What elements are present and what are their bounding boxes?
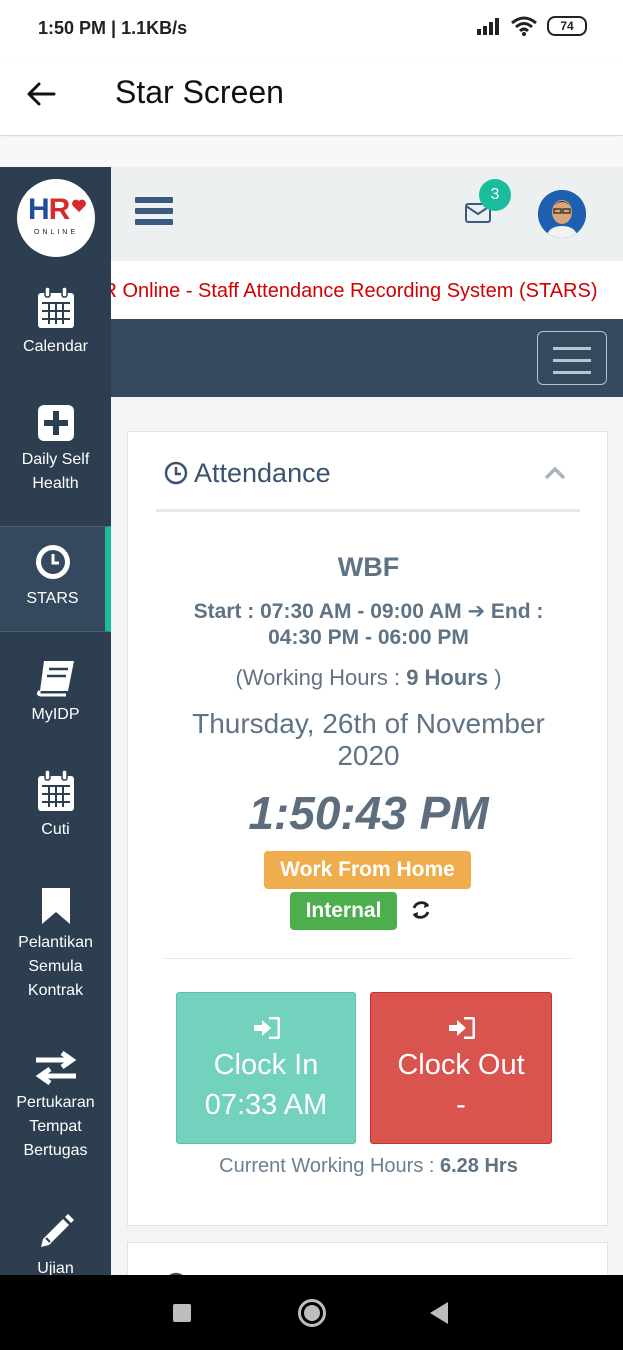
sidebar-item-ujian[interactable]: Ujian (0, 1213, 111, 1275)
sidebar-item-label: Cuti (41, 821, 70, 838)
current-working-hours: Current Working Hours : 6.28 Hrs (128, 1155, 609, 1178)
wifi-icon (511, 16, 537, 36)
book-icon (36, 661, 74, 697)
sidebar-item-label: Calendar (23, 338, 88, 355)
hr-online-logo[interactable]: HR ONLINE (17, 179, 95, 257)
live-clock: 1:50:43 PM (248, 787, 489, 839)
avatar[interactable] (538, 190, 586, 238)
sidebar-item-cuti[interactable]: Cuti (0, 770, 111, 842)
clock-icon (164, 461, 188, 485)
sidebar-item-calendar[interactable]: Calendar (0, 287, 111, 359)
current-hours-label: Current Working Hours : (219, 1155, 440, 1177)
app-bar: Star Screen (0, 58, 623, 136)
hamburger-menu-icon[interactable] (135, 197, 173, 229)
clock-in-label: Clock In (213, 1049, 319, 1081)
system-navigation-bar (0, 1275, 623, 1350)
home-icon[interactable] (298, 1299, 326, 1327)
working-hours-suffix: ) (488, 665, 502, 690)
current-date: Thursday, 26th of November 2020 (192, 708, 545, 771)
content-topbar: 3 (111, 167, 623, 261)
working-hours-value: 9 Hours (406, 665, 489, 690)
user-photo-icon (538, 190, 586, 238)
calendar-icon (37, 770, 74, 811)
navbar-toggler-button[interactable] (537, 331, 607, 385)
current-hours-value: 6.28 Hrs (439, 1155, 518, 1177)
calendar-icon (37, 287, 74, 328)
signal-icon (477, 18, 499, 35)
page-title: Star Screen (115, 74, 284, 110)
bookmark-icon (41, 888, 70, 924)
sidebar: HR ONLINE Calendar Daily Self Health STA… (0, 167, 111, 1275)
clock-out-time: - (456, 1089, 466, 1121)
chevron-up-icon[interactable] (544, 466, 566, 480)
logo-subtext: ONLINE (33, 229, 79, 236)
attendance-card: Attendance WBF Start : 07:30 AM - 09:00 … (127, 431, 608, 1226)
attendance-card-header[interactable]: Attendance (156, 458, 580, 512)
work-mode-badge: Work From Home (264, 851, 471, 889)
clock-icon (35, 545, 70, 579)
clock-in-button[interactable]: Clock In 07:33 AM (176, 992, 356, 1144)
sidebar-item-daily-self-health[interactable]: Daily Self Health (0, 404, 111, 496)
gap-area (0, 137, 623, 167)
sidebar-item-label: Ujian (37, 1260, 74, 1275)
status-icons: 74 (477, 16, 587, 36)
status-bar: 1:50 PM | 1.1KB/s 74 (0, 0, 623, 58)
divider (164, 958, 572, 959)
sidebar-item-label: STARS (26, 590, 79, 607)
sidebar-item-label: Pelantikan Semula Kontrak (18, 934, 93, 999)
shift-code: WBF (337, 552, 400, 582)
sign-in-icon (449, 1017, 475, 1039)
sidebar-item-stars[interactable]: STARS (0, 526, 111, 632)
clock-out-button[interactable]: Clock Out - (370, 992, 552, 1144)
plus-square-icon (37, 405, 74, 441)
sidebar-item-pertukaran[interactable]: Pertukaran Tempat Bertugas (0, 1051, 111, 1163)
clock-in-time: 07:33 AM (204, 1089, 328, 1121)
sidebar-item-label: MyIDP (31, 706, 80, 723)
sidebar-item-myidp[interactable]: MyIDP (0, 659, 111, 727)
attendance-title: Attendance (194, 458, 331, 488)
status-time: 1:50 PM | 1.1KB/s (38, 18, 188, 38)
logo-text: HR (28, 193, 70, 226)
refresh-icon[interactable] (410, 899, 432, 921)
clock-out-label: Clock Out (397, 1049, 525, 1081)
back-arrow-icon[interactable] (24, 76, 60, 112)
announcement-marquee: HR Online - Staff Attendance Recording S… (111, 261, 608, 319)
sidebar-item-label: Daily Self Health (21, 451, 90, 492)
secondary-navbar (111, 319, 623, 397)
exchange-icon (35, 1051, 76, 1085)
working-hours: (Working Hours : 9 Hours ) (128, 665, 609, 691)
heart-logo-icon (72, 199, 86, 212)
pencil-icon (40, 1214, 74, 1247)
sidebar-item-pelantikan[interactable]: Pelantikan Semula Kontrak (0, 887, 111, 1003)
battery-indicator: 74 (547, 16, 587, 36)
recent-apps-icon[interactable] (173, 1304, 191, 1322)
back-triangle-icon[interactable] (430, 1302, 448, 1324)
marquee-text: HR Online - Staff Attendance Recording S… (111, 280, 598, 302)
notification-badge: 3 (479, 179, 511, 211)
sidebar-item-label: Pertukaran Tempat Bertugas (16, 1094, 95, 1159)
working-hours-prefix: (Working Hours : (235, 665, 407, 690)
shift-schedule: Start : 07:30 AM - 09:00 AM ➔ End : 04:3… (193, 600, 544, 649)
sign-in-icon (254, 1017, 280, 1039)
location-type-badge: Internal (290, 892, 397, 930)
